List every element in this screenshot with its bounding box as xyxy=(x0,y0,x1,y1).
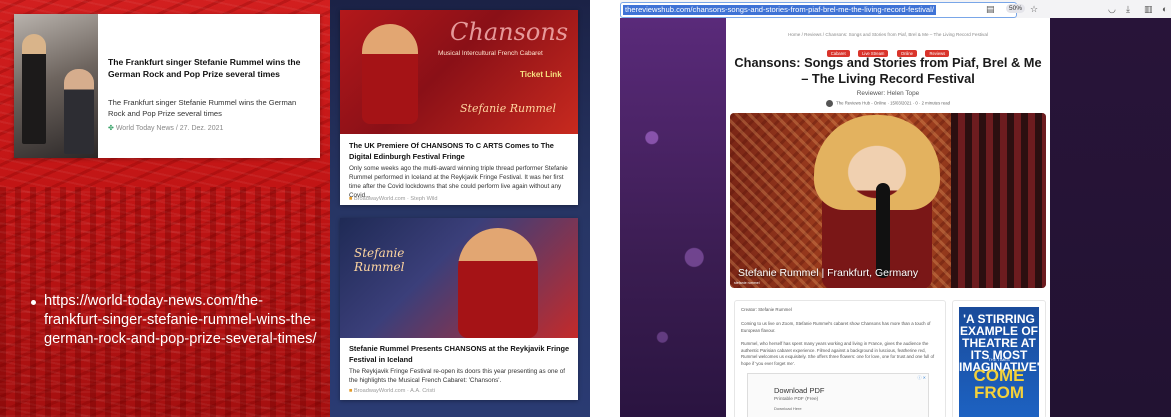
ticket-link[interactable]: Ticket Link xyxy=(520,70,562,79)
news-card-chansons-reykjavik[interactable]: Stefanie Rummel Stefanie Rummel Presents… xyxy=(340,218,578,400)
news-description: The Reykjavik Fringe Festival re-open it… xyxy=(349,368,565,384)
browser-window: thereviewshub.com/chansons-songs-and-sto… xyxy=(620,0,1171,417)
signature-text: Stefanie Rummel xyxy=(354,246,405,274)
chansons-poster-image: Chansons Musical Intercultural French Ca… xyxy=(340,10,578,134)
article-content: Home / Reviews / Chansons: Songs and Sto… xyxy=(726,18,1050,417)
account-icon[interactable]: ◐ xyxy=(1162,3,1167,15)
poster-headline: COME FROM xyxy=(973,366,1025,402)
person-figure xyxy=(64,69,94,154)
source-date: 27. Dez. 2021 xyxy=(179,125,224,132)
advertisement[interactable]: ⓘ ✕ Download PDF Printable PDF (Free) Do… xyxy=(747,373,929,417)
news-source: ■ BroadwayWorld.com · Steph Wild xyxy=(349,196,437,202)
singer-figure xyxy=(362,24,418,124)
hero-logo: stefanie rummel xyxy=(734,281,760,285)
zoom-level[interactable]: 50% xyxy=(1006,4,1026,13)
source-name: BroadwayWorld.com · A.A. Cristi xyxy=(353,388,435,394)
browser-toolbar: thereviewshub.com/chansons-songs-and-sto… xyxy=(620,0,1171,19)
breadcrumb[interactable]: Home / Reviews / Chansons: Songs and Sto… xyxy=(726,32,1050,37)
page-background-left xyxy=(620,18,726,417)
download-icon[interactable]: ⤓ xyxy=(1126,3,1130,15)
news-card-frankfurt[interactable]: The Frankfurt singer Stefanie Rummel win… xyxy=(14,14,320,158)
poster-subtitle: Musical Intercultural French Cabaret xyxy=(438,50,543,57)
bullet-dot xyxy=(31,300,36,305)
pocket-icon[interactable]: ◡ xyxy=(1108,3,1116,15)
ad-subtitle: Printable PDF (Free) xyxy=(774,397,819,402)
source-name: World Today News xyxy=(115,125,174,132)
paragraph: Rummel, who herself has spent many years… xyxy=(741,341,935,366)
poster-image: 'A STIRRING EXAMPLE OF THEATRE AT ITS MO… xyxy=(959,307,1040,417)
source-logo-icon: ■ xyxy=(349,196,353,202)
microphone-icon xyxy=(876,183,890,278)
url-text[interactable]: thereviewshub.com/chansons-songs-and-sto… xyxy=(623,5,936,15)
chansons-logo: Chansons xyxy=(450,18,569,46)
hero-caption: Stefanie Rummel | Frankfurt, Germany xyxy=(738,267,919,279)
ad-title[interactable]: Download PDF xyxy=(774,386,824,395)
bullet-link[interactable]: https://world-today-news.com/the-frankfu… xyxy=(44,293,317,347)
signature-text: Stefanie Rummel xyxy=(460,102,556,115)
paragraph: Coming to us live on Zoom, Stefanie Rumm… xyxy=(741,321,931,333)
poster-quote: 'A STIRRING EXAMPLE OF THEATRE AT ITS MO… xyxy=(959,312,1040,374)
bullet-list: https://world-today-news.com/the-frankfu… xyxy=(31,292,319,349)
news-title[interactable]: The UK Premiere Of CHANSONS To C ARTS Co… xyxy=(349,141,571,162)
article-body: Creator: Stefanie Rummel Coming to us li… xyxy=(734,300,946,417)
sidebar-icon[interactable]: ▥ xyxy=(1144,3,1153,15)
credit-line: Creator: Stefanie Rummel xyxy=(741,307,792,312)
source-name: BroadwayWorld.com · Steph Wild xyxy=(353,196,438,202)
source-logo-icon: ■ xyxy=(349,388,353,394)
reviewer-line: Reviewer: Helen Tope xyxy=(856,90,920,97)
address-bar[interactable]: thereviewshub.com/chansons-songs-and-sto… xyxy=(620,2,1017,18)
source-logo-icon: ✤ xyxy=(108,125,114,132)
article-meta: The Reviews Hub - Online · 15/03/2021 · … xyxy=(726,100,1050,107)
ad-download-button[interactable]: Download Here xyxy=(774,406,802,411)
news-title[interactable]: Stefanie Rummel Presents CHANSONS at the… xyxy=(349,344,571,365)
chansons-poster-image: Stefanie Rummel xyxy=(340,218,578,338)
news-source: ✤ World Today News / 27. Dez. 2021 xyxy=(108,125,224,132)
presentation-slide: The Frankfurt singer Stefanie Rummel win… xyxy=(0,0,590,417)
news-card-chansons-edinburgh[interactable]: Chansons Musical Intercultural French Ca… xyxy=(340,10,578,205)
singer-figure xyxy=(458,228,538,338)
article-title: Chansons: Songs and Stories from Piaf, B… xyxy=(734,55,1042,86)
ad-info-icon[interactable]: ⓘ ✕ xyxy=(918,375,926,381)
reader-view-icon[interactable]: ▤ xyxy=(986,3,995,15)
sidebar-poster-ad[interactable]: 'A STIRRING EXAMPLE OF THEATRE AT ITS MO… xyxy=(952,300,1046,417)
news-description: The Frankfurt singer Stefanie Rummel win… xyxy=(108,98,297,118)
bookmark-star-icon[interactable]: ☆ xyxy=(1030,3,1038,15)
page-background-right xyxy=(1050,18,1171,417)
poster-attribution: THE TIMES xyxy=(988,357,1010,362)
avatar xyxy=(825,100,833,107)
news-title[interactable]: The Frankfurt singer Stefanie Rummel win… xyxy=(108,56,313,80)
person-figure xyxy=(22,34,46,144)
meta-text: The Reviews Hub - Online · 15/03/2021 · … xyxy=(836,100,951,106)
news-photo xyxy=(14,14,98,158)
hero-image: Stefanie Rummel | Frankfurt, Germany ste… xyxy=(730,113,1046,288)
curtain-decoration xyxy=(951,113,1046,288)
news-source: ■ BroadwayWorld.com · A.A. Cristi xyxy=(349,388,435,394)
news-description: Only some weeks ago the multi-award winn… xyxy=(349,165,568,199)
